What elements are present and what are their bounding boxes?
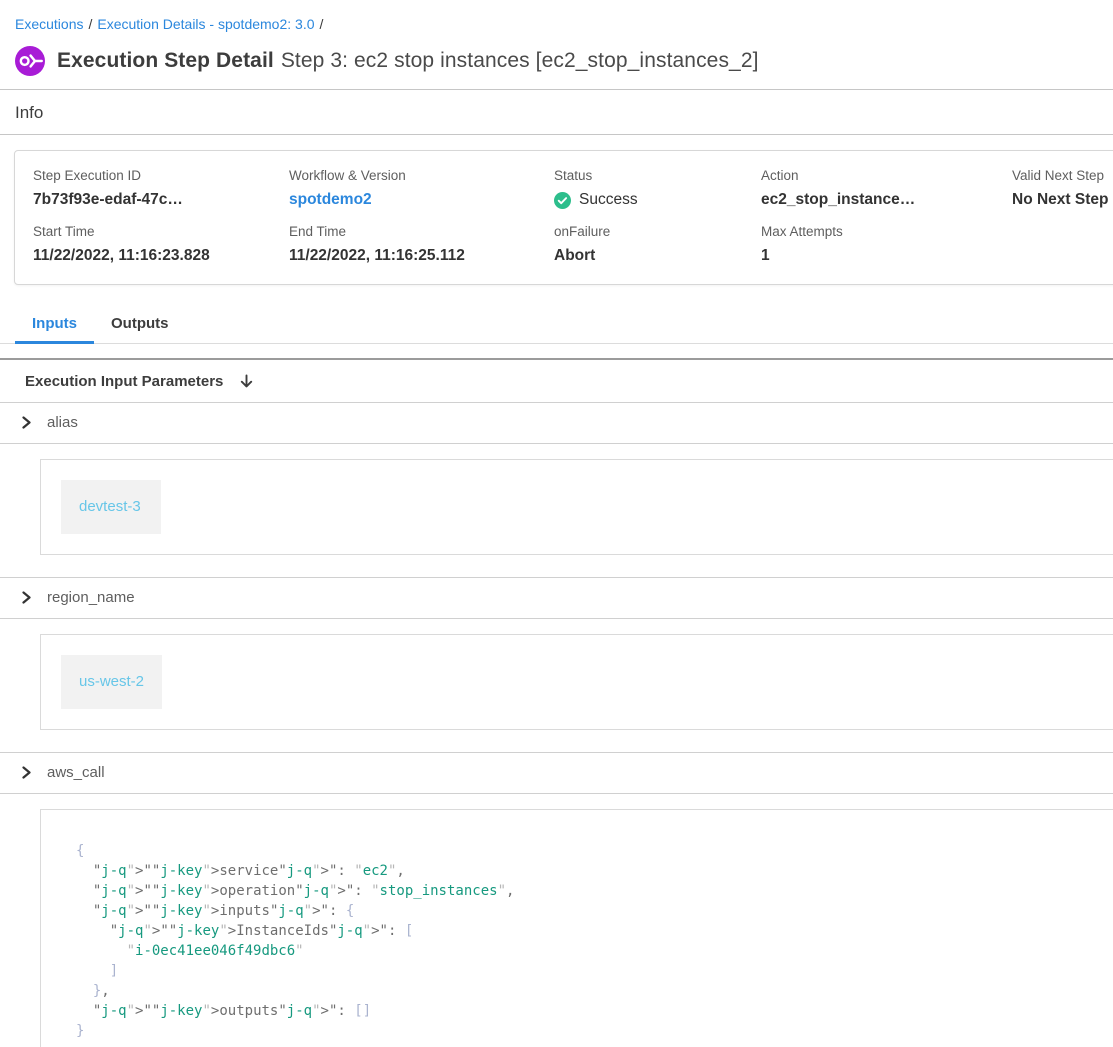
title-divider xyxy=(0,89,1113,90)
info-section-heading: Info xyxy=(15,103,1113,123)
param-name-aws-call: aws_call xyxy=(47,764,105,781)
success-check-icon xyxy=(554,192,571,209)
page-title: Execution Step Detail Step 3: ec2 stop in… xyxy=(57,49,759,73)
onfailure-value: Abort xyxy=(554,247,761,265)
info-card: Step Execution ID 7b73f93e-edaf-47c… Wor… xyxy=(14,150,1113,285)
page-title-row: Execution Step Detail Step 3: ec2 stop in… xyxy=(15,46,1113,76)
field-step-execution-id: Step Execution ID 7b73f93e-edaf-47c… xyxy=(33,168,289,209)
status-value: Success xyxy=(554,191,761,209)
breadcrumb-link-executions[interactable]: Executions xyxy=(15,16,83,32)
chevron-right-icon xyxy=(20,416,33,429)
breadcrumb-separator: / xyxy=(320,16,324,32)
info-card-row-1: Step Execution ID 7b73f93e-edaf-47c… Wor… xyxy=(33,168,1113,209)
valid-next-step-value: No Next Step xyxy=(1012,191,1113,209)
aws-call-json-code: { "j-q">""j-key">service"j-q">": "ec2", … xyxy=(76,841,1113,1041)
arrow-down-icon[interactable] xyxy=(238,373,255,390)
param-value-panel-alias: devtest-3 xyxy=(40,459,1113,555)
param-value-panel-aws-call: { "j-q">""j-key">service"j-q">": "ec2", … xyxy=(40,809,1113,1047)
param-value-chip-alias: devtest-3 xyxy=(61,480,161,534)
param-name-alias: alias xyxy=(47,414,78,431)
info-card-row-2: Start Time 11/22/2022, 11:16:23.828 End … xyxy=(33,224,1113,265)
execution-input-parameters-header: Execution Input Parameters xyxy=(0,360,1113,402)
page-title-subtitle: Step 3: ec2 stop instances [ec2_stop_ins… xyxy=(281,49,759,72)
start-time-value: 11/22/2022, 11:16:23.828 xyxy=(33,247,289,265)
tab-outputs[interactable]: Outputs xyxy=(94,309,186,343)
tab-bar: Inputs Outputs xyxy=(0,309,1113,344)
step-execution-id-value: 7b73f93e-edaf-47c… xyxy=(33,191,289,209)
field-onfailure: onFailure Abort xyxy=(554,224,761,265)
field-workflow-version: Workflow & Version spotdemo2 xyxy=(289,168,554,209)
field-action: Action ec2_stop_instance… xyxy=(761,168,1012,209)
action-value: ec2_stop_instance… xyxy=(761,191,1012,209)
param-name-region-name: region_name xyxy=(47,589,135,606)
breadcrumb-link-execution-details[interactable]: Execution Details - spotdemo2: 3.0 xyxy=(97,16,314,32)
info-divider xyxy=(0,134,1113,135)
workflow-link[interactable]: spotdemo2 xyxy=(289,191,554,209)
tab-inputs[interactable]: Inputs xyxy=(15,309,94,343)
param-value-chip-region-name: us-west-2 xyxy=(61,655,162,709)
param-row-aws-call[interactable]: aws_call xyxy=(0,753,1113,793)
field-end-time: End Time 11/22/2022, 11:16:25.112 xyxy=(289,224,554,265)
field-valid-next-step: Valid Next Step No Next Step xyxy=(1012,168,1113,209)
status-text: Success xyxy=(579,191,638,209)
breadcrumb: Executions / Execution Details - spotdemo2… xyxy=(0,0,1113,32)
breadcrumb-separator: / xyxy=(88,16,92,32)
execution-input-parameters-label: Execution Input Parameters xyxy=(25,373,223,390)
field-max-attempts: Max Attempts 1 xyxy=(761,224,1012,265)
field-start-time: Start Time 11/22/2022, 11:16:23.828 xyxy=(33,224,289,265)
chevron-right-icon xyxy=(20,766,33,779)
param-row-alias[interactable]: alias xyxy=(0,403,1113,443)
page-title-main: Execution Step Detail xyxy=(57,49,274,72)
chevron-right-icon xyxy=(20,591,33,604)
end-time-value: 11/22/2022, 11:16:25.112 xyxy=(289,247,554,265)
max-attempts-value: 1 xyxy=(761,247,1012,265)
workflow-icon xyxy=(15,46,45,76)
param-row-region-name[interactable]: region_name xyxy=(0,578,1113,618)
field-status: Status Success xyxy=(554,168,761,209)
param-value-panel-region-name: us-west-2 xyxy=(40,634,1113,730)
